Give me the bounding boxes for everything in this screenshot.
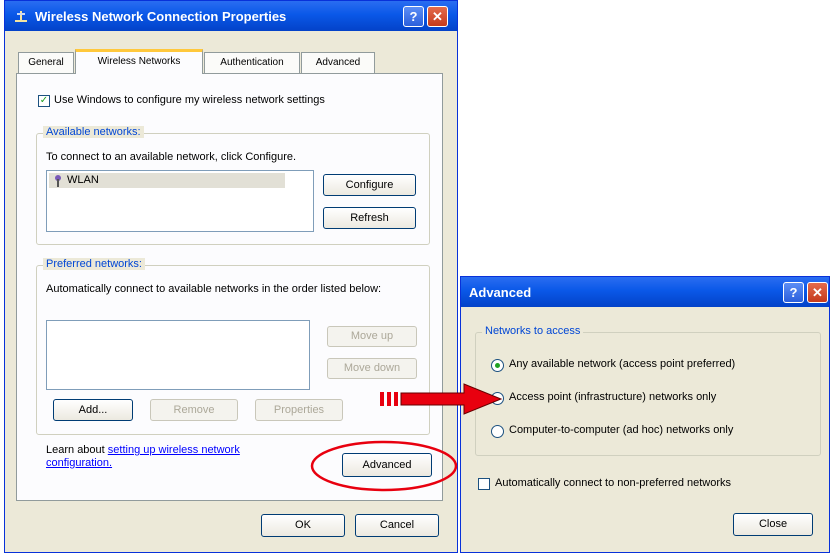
network-connection-icon xyxy=(15,11,27,22)
preferred-networks-legend: Preferred networks: xyxy=(43,258,145,270)
cancel-button-label: Cancel xyxy=(379,519,415,531)
radio-any-available-label: Any available network (access point pref… xyxy=(509,358,736,370)
list-item[interactable]: WLAN xyxy=(49,173,285,188)
tab-general[interactable]: General xyxy=(18,52,74,73)
properties-button[interactable]: Properties xyxy=(255,399,343,421)
network-name: WLAN xyxy=(67,174,99,186)
auto-connect-checkbox[interactable] xyxy=(478,478,490,490)
ok-button-label: OK xyxy=(295,519,311,531)
move-down-button[interactable]: Move down xyxy=(327,358,417,379)
help-icon: ? xyxy=(409,9,418,24)
advanced-window-title: Advanced xyxy=(469,285,532,300)
configure-button[interactable]: Configure xyxy=(323,174,416,196)
advanced-close-dialog-button[interactable]: Close xyxy=(733,513,813,536)
cancel-button[interactable]: Cancel xyxy=(355,514,439,537)
ok-button[interactable]: OK xyxy=(261,514,345,537)
highlight-ellipse xyxy=(310,440,458,492)
help-button[interactable]: ? xyxy=(403,6,424,27)
advanced-close-button[interactable]: ✕ xyxy=(807,282,828,303)
close-icon: ✕ xyxy=(812,285,823,300)
close-button[interactable]: ✕ xyxy=(427,6,448,27)
add-button[interactable]: Add... xyxy=(53,399,133,421)
tab-authentication[interactable]: Authentication xyxy=(204,52,300,73)
advanced-titlebar[interactable]: Advanced ? ✕ xyxy=(461,277,829,307)
preferred-networks-list[interactable] xyxy=(46,320,310,390)
help-icon: ? xyxy=(789,285,798,300)
properties-window-title: Wireless Network Connection Properties xyxy=(35,9,287,24)
radio-selected-dot xyxy=(495,363,500,368)
tab-wireless-networks-label: Wireless Networks xyxy=(97,56,181,67)
move-down-button-label: Move down xyxy=(343,362,401,374)
move-up-button[interactable]: Move up xyxy=(327,326,417,347)
radio-access-point-only-label: Access point (infrastructure) networks o… xyxy=(509,391,717,403)
networks-to-access-legend: Networks to access xyxy=(482,325,584,337)
radio-ad-hoc-only-label: Computer-to-computer (ad hoc) networks o… xyxy=(509,424,734,436)
preferred-networks-instruction: Automatically connect to available netwo… xyxy=(46,283,382,295)
properties-titlebar[interactable]: Wireless Network Connection Properties ?… xyxy=(5,1,457,31)
close-icon: ✕ xyxy=(432,9,443,24)
tab-wireless-networks[interactable]: Wireless Networks xyxy=(75,49,203,74)
refresh-button[interactable]: Refresh xyxy=(323,207,416,229)
available-networks-legend: Available networks: xyxy=(43,126,144,138)
antenna-icon xyxy=(55,175,61,187)
learn-about-text: Learn about setting up wireless network … xyxy=(46,444,296,470)
available-networks-list[interactable]: WLAN xyxy=(46,170,314,232)
remove-button[interactable]: Remove xyxy=(150,399,238,421)
advanced-help-button[interactable]: ? xyxy=(783,282,804,303)
annotation-arrow xyxy=(380,383,503,415)
configure-button-label: Configure xyxy=(345,179,394,191)
tab-advanced-label: Advanced xyxy=(315,57,361,68)
radio-any-available[interactable] xyxy=(491,359,504,372)
tab-advanced[interactable]: Advanced xyxy=(301,52,375,73)
advanced-close-dialog-button-label: Close xyxy=(758,518,788,530)
properties-button-label: Properties xyxy=(273,404,325,416)
auto-connect-label: Automatically connect to non-preferred n… xyxy=(495,477,732,489)
refresh-button-label: Refresh xyxy=(350,212,389,224)
use-windows-label: Use Windows to configure my wireless net… xyxy=(54,94,325,106)
radio-ad-hoc-only[interactable] xyxy=(491,425,504,438)
learn-about-prefix: Learn about xyxy=(46,444,105,456)
use-windows-checkbox[interactable]: ✓ xyxy=(38,95,50,107)
move-up-button-label: Move up xyxy=(350,330,394,342)
tab-authentication-label: Authentication xyxy=(220,57,284,68)
add-button-label: Add... xyxy=(78,404,108,416)
available-networks-instruction: To connect to an available network, clic… xyxy=(46,151,297,163)
remove-button-label: Remove xyxy=(173,404,215,416)
tab-general-label: General xyxy=(28,57,64,68)
